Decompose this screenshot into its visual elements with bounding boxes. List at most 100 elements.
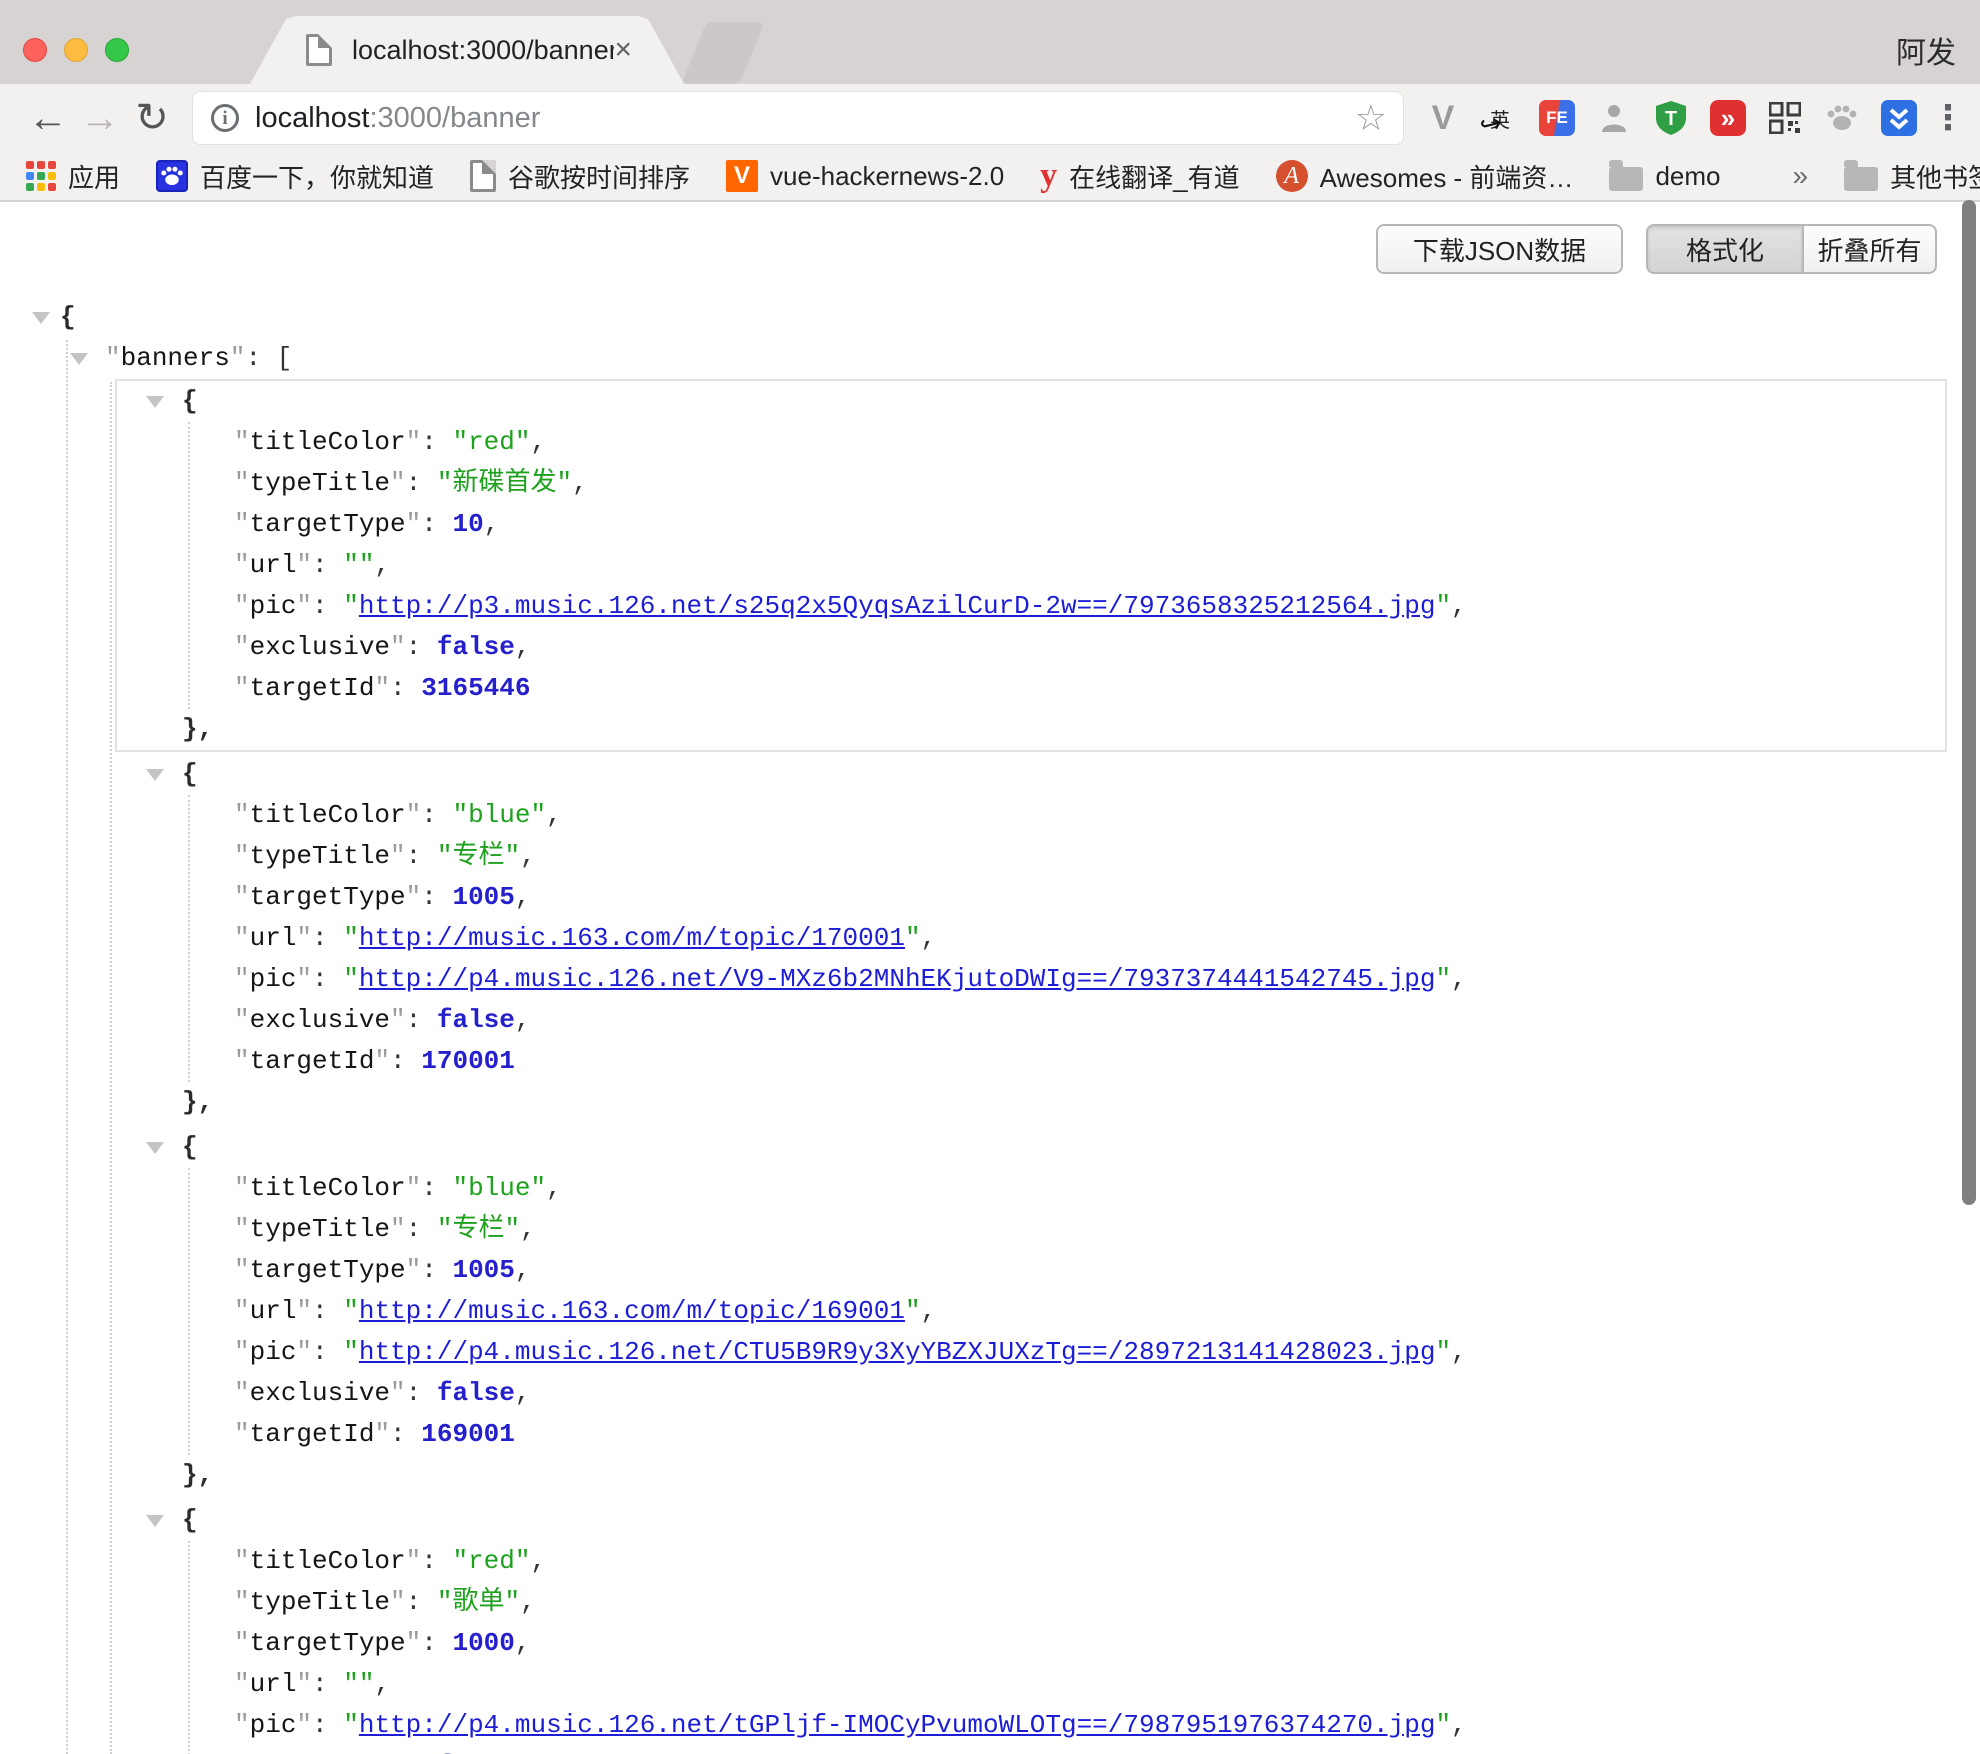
bookmark-item[interactable]: demo [1609,161,1720,192]
json-token: : [406,632,437,662]
json-link[interactable]: http://p4.music.126.net/V9-MXz6b2MNhEKju… [359,964,1436,994]
json-token: " [234,427,250,457]
bookmark-item[interactable]: 谷歌按时间排序 [470,158,690,195]
traffic-lights [23,38,129,62]
bookmark-item[interactable]: Vvue-hackernews-2.0 [726,160,1004,192]
json-link[interactable]: http://music.163.com/m/topic/170001 [359,923,905,953]
collapse-triangle-icon[interactable] [146,1515,164,1527]
json-token: pic [250,1710,297,1740]
json-token: : [406,1378,437,1408]
json-line: "typeTitle": "歌单", [117,1582,1945,1623]
tab-close-icon[interactable]: × [614,35,632,65]
json-token: exclusive [250,1005,390,1035]
json-token: " [390,1587,406,1617]
json-token: typeTitle [250,468,390,498]
bookmark-item[interactable]: 百度一下，你就知道 [156,158,434,195]
json-token: " [296,1337,312,1367]
json-token: , [520,1587,536,1617]
json-line: "titleColor": "red", [117,1541,1945,1582]
bookmarks-bar: 应用百度一下，你就知道谷歌按时间排序 Vvue-hackernews-2.0 y在线… [0,152,1980,202]
fehelper-extension-icon[interactable]: FE [1539,100,1575,136]
json-token: " [234,964,250,994]
json-token: " [406,800,422,830]
json-token: false [437,1378,515,1408]
window-minimize-button[interactable] [64,38,88,62]
json-token: : [406,841,437,871]
json-line: "targetType": 1005, [117,1250,1945,1291]
json-token: "" [343,1669,374,1699]
collapse-triangle-icon[interactable] [70,353,88,365]
translate-extension-icon[interactable]: 英↪ [1482,100,1518,136]
json-line: "targetType": 1005, [117,877,1945,918]
profile-name[interactable]: 阿发 [1896,28,1956,72]
json-link[interactable]: http://p4.music.126.net/CTU5B9R9y3XyYBZX… [359,1337,1436,1367]
fastforward-extension-icon[interactable]: » [1710,100,1746,136]
json-token: " [105,343,121,373]
collapse-triangle-icon[interactable] [32,312,50,324]
json-token: " [234,1587,250,1617]
json-line: "url": "http://music.163.com/m/topic/169… [117,1291,1945,1332]
json-line: "banners": [ [0,338,1980,379]
json-token: targetType [250,509,406,539]
back-button[interactable]: ← [22,98,74,138]
new-tab-button[interactable] [681,22,764,84]
reload-button[interactable]: ↻ [126,98,178,138]
json-array-item: {"titleColor": "blue","typeTitle": "专栏",… [115,752,1947,1125]
json-token: pic [250,1337,297,1367]
url-path: :3000/banner [369,102,540,134]
json-token: " [296,591,312,621]
json-token: banners [121,343,230,373]
bookmark-item[interactable]: AAwesomes - 前端资… [1276,158,1574,195]
collapse-triangle-icon[interactable] [146,1142,164,1154]
json-token: false [437,632,515,662]
browser-tab[interactable]: localhost:3000/banner × [250,16,684,84]
other-bookmarks-folder[interactable]: 其他书签 [1844,158,1980,195]
page-scrollbar[interactable] [1962,200,1976,1205]
url-text[interactable]: localhost:3000/banner [255,102,1355,135]
blue-chevrons-extension-icon[interactable] [1881,100,1917,136]
json-token: " [905,923,921,953]
json-token: " [234,509,250,539]
json-line: "url": "", [117,1664,1945,1705]
bookmark-star-icon[interactable]: ☆ [1355,97,1387,139]
json-token: " [296,1710,312,1740]
json-line: "targetId": 3165446 [117,668,1945,709]
json-link[interactable]: http://p3.music.126.net/s25q2x5QyqsAzilC… [359,591,1436,621]
json-array-item: {"titleColor": "blue","typeTitle": "专栏",… [115,1125,1947,1498]
json-token: "歌单" [437,1587,520,1617]
json-token: " [374,1419,390,1449]
json-token: , [520,1214,536,1244]
paw-extension-icon[interactable] [1824,100,1860,136]
bookmark-item[interactable]: 应用 [26,158,120,195]
json-link[interactable]: http://music.163.com/m/topic/169001 [359,1296,905,1326]
person-extension-icon[interactable] [1596,100,1632,136]
collapse-triangle-icon[interactable] [146,396,164,408]
json-token: : [421,1546,452,1576]
json-token: " [406,882,422,912]
json-token: targetType [250,1628,406,1658]
json-token: : [390,1419,421,1449]
json-token: " [296,1669,312,1699]
qrcode-extension-icon[interactable] [1767,100,1803,136]
json-token: " [390,841,406,871]
json-token: " [343,1337,359,1367]
json-token: " [234,1255,250,1285]
bookmark-item[interactable]: y在线翻译_有道 [1040,158,1239,195]
json-token: " [343,1296,359,1326]
json-token: " [234,1296,250,1326]
json-token: : [421,1255,452,1285]
bookmarks-overflow-icon[interactable]: » [1792,160,1808,192]
json-line: { [117,754,1945,795]
json-token: " [296,550,312,580]
window-zoom-button[interactable] [105,38,129,62]
window-close-button[interactable] [23,38,47,62]
forward-button[interactable]: → [74,98,126,138]
address-bar[interactable]: i localhost:3000/banner ☆ [192,91,1404,145]
collapse-triangle-icon[interactable] [146,769,164,781]
json-token: " [406,1546,422,1576]
chrome-menu-icon[interactable]: ⋮ [1938,100,1958,136]
vimium-extension-icon[interactable]: V [1425,100,1461,136]
site-info-icon[interactable]: i [211,104,239,132]
json-link[interactable]: http://p4.music.126.net/tGPljf-IMOCyPvum… [359,1710,1436,1740]
shield-extension-icon[interactable]: T [1653,100,1689,136]
